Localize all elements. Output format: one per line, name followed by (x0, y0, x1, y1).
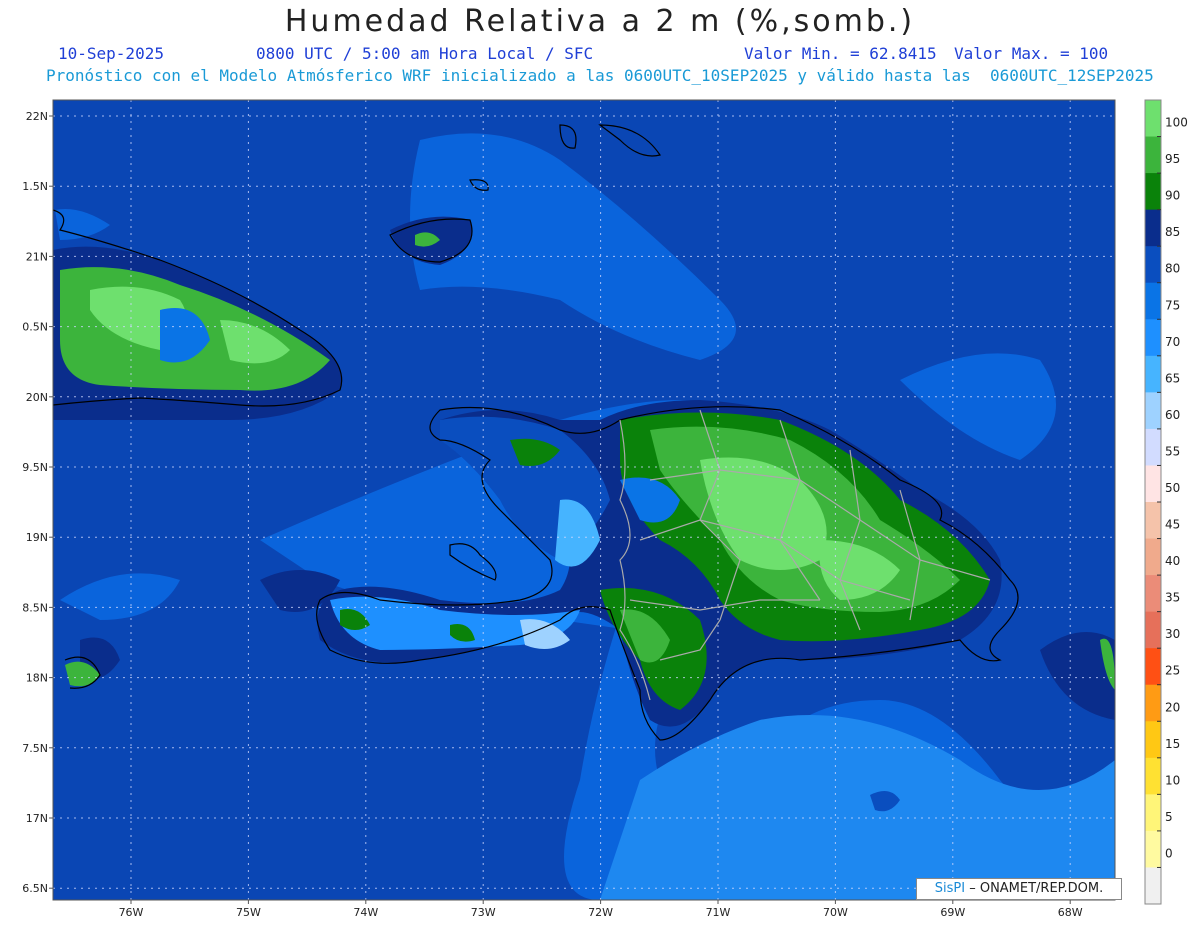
lon-label: 73W (471, 906, 496, 919)
lat-label: 19N (26, 531, 48, 544)
colorbar-segment (1145, 867, 1161, 905)
colorbar-segment (1145, 830, 1161, 868)
longitude-labels: 76W 75W 74W 73W 72W 71W 70W 69W 68W (119, 900, 1083, 919)
colorbar-label: 25 (1165, 664, 1180, 678)
lat-label: 1.5N (22, 180, 48, 193)
colorbar-label: 80 (1165, 262, 1180, 276)
colorbar-segment (1145, 173, 1161, 211)
lon-label: 76W (119, 906, 144, 919)
colorbar-segment (1145, 794, 1161, 832)
colorbar-label: 45 (1165, 518, 1180, 532)
colorbar-segment (1145, 611, 1161, 649)
lon-label: 71W (706, 906, 731, 919)
colorbar-label: 55 (1165, 444, 1180, 458)
lat-label: 0.5N (22, 321, 48, 334)
colorbar-segment (1145, 538, 1161, 576)
colorbar-label: 90 (1165, 189, 1180, 203)
colorbar-segment (1145, 757, 1161, 795)
colorbar-segment (1145, 319, 1161, 357)
latitude-labels: 22N 1.5N 21N 0.5N 20N 9.5N 19N 8.5N 18N 7.5N 17N 6.… (22, 110, 53, 895)
colorbar-label: 35 (1165, 591, 1180, 605)
colorbar-segment (1145, 465, 1161, 503)
colorbar-label: 0 (1165, 846, 1173, 860)
lat-label: 22N (26, 110, 48, 123)
colorbar-label: 70 (1165, 335, 1180, 349)
lat-label: 20N (26, 391, 48, 404)
colorbar-label: 15 (1165, 737, 1180, 751)
lon-label: 74W (353, 906, 378, 919)
colorbar-label: 65 (1165, 371, 1180, 385)
colorbar-segment (1145, 684, 1161, 722)
colorbar-segment (1145, 355, 1161, 393)
credit-text: – ONAMET/REP.DOM. (969, 881, 1104, 896)
colorbar-segment (1145, 209, 1161, 247)
lat-label: 7.5N (22, 742, 48, 755)
lon-label: 70W (823, 906, 848, 919)
lat-label: 9.5N (22, 461, 48, 474)
colorbar-segment (1145, 100, 1161, 138)
colorbar: 1009590858075706560555045403530252015105… (1144, 99, 1188, 905)
colorbar-label: 75 (1165, 298, 1180, 312)
lat-label: 8.5N (22, 601, 48, 614)
colorbar-label: 85 (1165, 225, 1180, 239)
colorbar-label: 50 (1165, 481, 1180, 495)
colorbar-label: 20 (1165, 700, 1180, 714)
lon-label: 69W (940, 906, 965, 919)
lat-label: 18N (26, 672, 48, 685)
colorbar-segment (1145, 282, 1161, 320)
colorbar-label: 40 (1165, 554, 1180, 568)
credit-box: SisPI – ONAMET/REP.DOM. (916, 878, 1122, 900)
colorbar-segment (1145, 392, 1161, 430)
colorbar-label: 100 (1165, 116, 1188, 130)
colorbar-label: 95 (1165, 152, 1180, 166)
credit-logo: SisPI (934, 881, 966, 896)
colorbar-segment (1145, 246, 1161, 284)
colorbar-label: 30 (1165, 627, 1180, 641)
colorbar-label: 60 (1165, 408, 1180, 422)
colorbar-segment (1145, 575, 1161, 613)
lat-label: 21N (26, 250, 48, 263)
colorbar-segment (1145, 428, 1161, 466)
colorbar-segment (1145, 136, 1161, 174)
colorbar-segment (1145, 648, 1161, 686)
lon-label: 72W (588, 906, 613, 919)
lat-label: 17N (26, 812, 48, 825)
map-canvas: 22N 1.5N 21N 0.5N 20N 9.5N 19N 8.5N 18N 7.5N 17N 6.… (22, 99, 1188, 919)
lon-label: 68W (1058, 906, 1083, 919)
lon-label: 75W (236, 906, 261, 919)
colorbar-segment (1145, 721, 1161, 759)
colorbar-label: 10 (1165, 773, 1180, 787)
colorbar-segment (1145, 502, 1161, 540)
colorbar-label: 5 (1165, 810, 1173, 824)
lat-label: 6.5N (22, 882, 48, 895)
